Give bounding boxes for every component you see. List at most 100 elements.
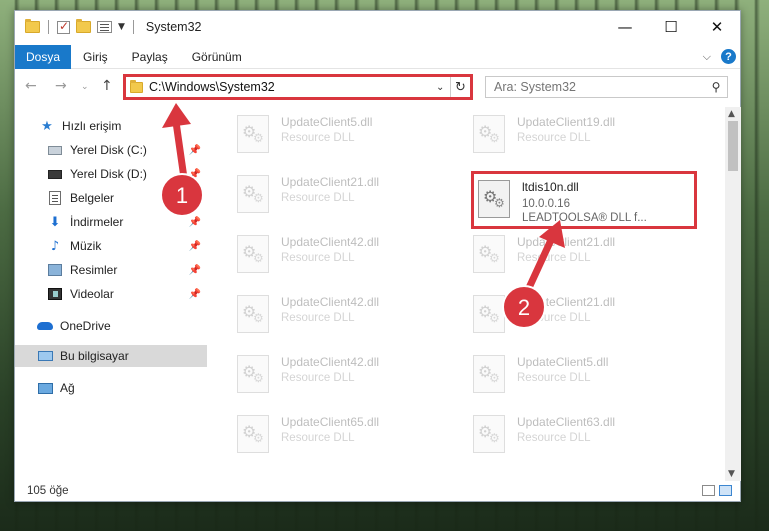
drive-icon <box>48 145 62 155</box>
ribbon-tabs: Dosya Giriş Paylaş Görünüm ⌵ ? <box>15 44 740 69</box>
documents-icon <box>49 191 61 205</box>
up-arrow-icon[interactable]: ↑ <box>101 78 113 94</box>
vertical-scrollbar[interactable]: ▲ ▼ <box>725 107 741 481</box>
list-item[interactable]: UpdateClient21.dll Resource DLL <box>473 293 693 341</box>
file-description: Resource DLL <box>517 372 591 384</box>
tab-home[interactable]: Giriş <box>71 50 120 64</box>
list-item[interactable]: UpdateClient5.dll Resource DLL <box>473 353 693 401</box>
refresh-icon[interactable]: ↻ <box>450 77 470 97</box>
search-icon[interactable]: ⚲ <box>705 80 727 94</box>
sidebar-item-music[interactable]: ♪ Müzik 📌 <box>15 235 207 257</box>
file-list: UpdateClient5.dll Resource DLL UpdateClie… <box>211 109 725 475</box>
scroll-up-icon[interactable]: ▲ <box>728 109 735 119</box>
list-item[interactable]: UpdateClient21.dll Resource DLL <box>473 233 693 281</box>
file-description: Resource DLL <box>281 192 355 204</box>
file-name: UpdateClient42.dll <box>281 295 380 309</box>
expand-ribbon-chevron-icon[interactable]: ⌵ <box>703 50 711 64</box>
dll-file-icon <box>478 180 510 218</box>
address-bar[interactable]: C:\Windows\System32 ⌄ ↻ <box>123 74 473 100</box>
sidebar-item-label: Resimler <box>70 263 118 277</box>
address-folder-icon <box>130 79 143 93</box>
close-button[interactable]: ✕ <box>694 11 740 43</box>
network-icon <box>37 382 53 394</box>
dll-file-icon <box>473 355 505 393</box>
file-description: Resource DLL <box>281 132 355 144</box>
maximize-button[interactable]: ☐ <box>648 11 694 43</box>
dll-file-icon <box>237 235 269 273</box>
sidebar-item-pictures[interactable]: Resimler 📌 <box>15 259 207 281</box>
search-box[interactable]: ⚲ <box>485 76 728 98</box>
list-item[interactable]: UpdateClient63.dll Resource DLL <box>473 413 693 461</box>
recent-locations-chevron-icon[interactable]: ⌄ <box>81 82 89 92</box>
sidebar-item-label: Hızlı erişim <box>62 119 122 133</box>
sidebar-item-label: Videolar <box>70 287 114 301</box>
details-view-icon[interactable] <box>702 485 715 496</box>
file-description: Resource DLL <box>517 252 591 264</box>
sidebar-item-documents[interactable]: Belgeler 📌 <box>15 187 207 209</box>
navigation-pane: ★ Hızlı erişim Yerel Disk (C:) 📌 Yerel D… <box>15 109 211 469</box>
list-item[interactable]: UpdateClient21.dll Resource DLL <box>237 173 457 221</box>
address-path[interactable]: C:\Windows\System32 <box>149 80 436 94</box>
dll-file-icon <box>237 415 269 453</box>
list-item[interactable]: UpdateClient42.dll Resource DLL <box>237 293 457 341</box>
tab-file[interactable]: Dosya <box>15 44 71 69</box>
sidebar-item-local-disk-c[interactable]: Yerel Disk (C:) 📌 <box>15 139 207 161</box>
properties-check-icon[interactable] <box>57 19 70 34</box>
scroll-thumb[interactable] <box>728 121 738 171</box>
toolbar-divider <box>132 20 134 34</box>
file-name: UpdateClient5.dll <box>517 355 609 369</box>
scroll-down-icon[interactable]: ▼ <box>728 469 735 479</box>
list-item[interactable]: UpdateClient5.dll Resource DLL <box>237 113 457 161</box>
sidebar-item-network[interactable]: Ağ <box>15 377 207 399</box>
tab-view[interactable]: Görünüm <box>180 50 254 64</box>
customize-toolbar-dropdown-icon[interactable]: ▼ <box>118 22 125 32</box>
back-arrow-icon[interactable]: ← <box>25 78 37 94</box>
address-dropdown-icon[interactable]: ⌄ <box>436 82 450 93</box>
navigation-bar: ← → ⌄ ↑ C:\Windows\System32 ⌄ ↻ ⚲ <box>15 71 740 103</box>
sidebar-item-label: Müzik <box>70 239 102 253</box>
list-item[interactable]: UpdateClient65.dll Resource DLL <box>237 413 457 461</box>
dll-file-icon <box>237 295 269 333</box>
file-version: 10.0.0.16 <box>522 198 570 210</box>
sidebar-item-label: İndirmeler <box>70 215 124 229</box>
list-item[interactable]: UpdateClient42.dll Resource DLL <box>237 233 457 281</box>
sidebar-item-quick-access[interactable]: ★ Hızlı erişim <box>15 115 207 137</box>
search-input[interactable] <box>494 80 705 94</box>
list-item[interactable]: UpdateClient42.dll Resource DLL <box>237 353 457 401</box>
sidebar-item-label: Ağ <box>60 381 75 395</box>
pictures-icon <box>48 264 62 276</box>
sidebar-item-label: Yerel Disk (D:) <box>70 167 147 181</box>
help-icon[interactable]: ? <box>721 49 736 64</box>
sidebar-item-onedrive[interactable]: OneDrive <box>15 315 207 337</box>
highlighted-file-item[interactable]: ltdis10n.dll 10.0.0.16 LEADTOOLSA® DLL f… <box>471 171 697 229</box>
pin-icon: 📌 <box>188 240 201 252</box>
file-description: Resource DLL <box>281 432 355 444</box>
file-name: UpdateClient5.dll <box>281 115 373 129</box>
view-toggle <box>702 485 732 496</box>
file-description: Resource DLL <box>517 312 591 324</box>
window-controls: — ☐ ✕ <box>602 11 740 43</box>
properties-icon[interactable] <box>97 21 112 33</box>
file-description: Resource DLL <box>281 372 355 384</box>
file-description: Resource DLL <box>517 132 591 144</box>
list-item[interactable]: UpdateClient19.dll Resource DLL <box>473 113 693 161</box>
status-bar: 105 öğe <box>15 481 740 501</box>
minimize-button[interactable]: — <box>602 11 648 43</box>
sidebar-item-videos[interactable]: Videolar 📌 <box>15 283 207 305</box>
pin-icon: 📌 <box>188 264 201 276</box>
dll-file-icon <box>237 355 269 393</box>
sidebar-item-local-disk-d[interactable]: Yerel Disk (D:) 📌 <box>15 163 207 185</box>
sidebar-item-this-pc[interactable]: Bu bilgisayar <box>15 345 207 367</box>
sidebar-item-label: Bu bilgisayar <box>60 349 129 363</box>
sidebar-item-downloads[interactable]: ⬇ İndirmeler 📌 <box>15 211 207 233</box>
forward-arrow-icon[interactable]: → <box>55 78 67 94</box>
videos-icon <box>48 288 62 300</box>
tiles-view-icon[interactable] <box>719 485 732 496</box>
file-name: UpdateClient21.dll <box>281 175 380 189</box>
music-icon: ♪ <box>50 238 60 254</box>
new-folder-icon[interactable] <box>76 19 91 33</box>
tab-share[interactable]: Paylaş <box>120 50 180 64</box>
onedrive-icon <box>37 322 53 330</box>
dll-file-icon <box>473 115 505 153</box>
file-name: UpdateClient42.dll <box>281 235 380 249</box>
